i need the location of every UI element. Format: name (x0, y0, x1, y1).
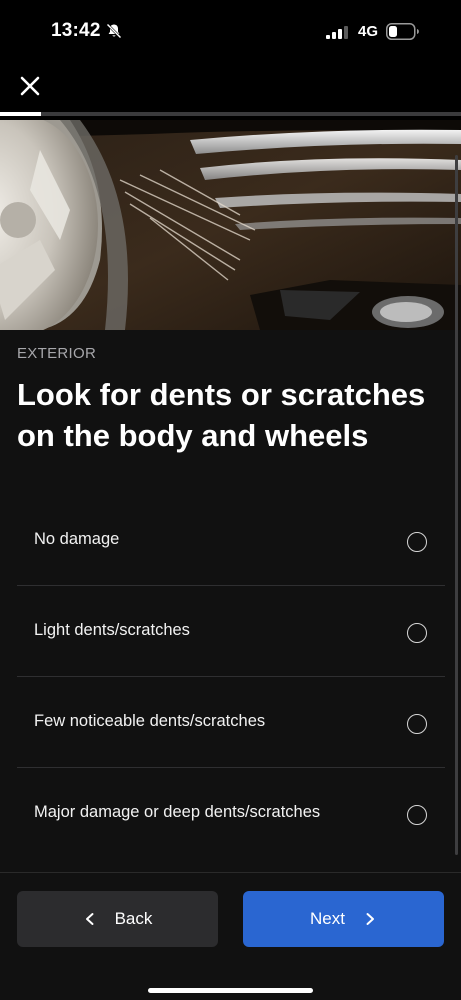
option-label: Major damage or deep dents/scratches (34, 803, 321, 821)
radio-button[interactable] (407, 805, 427, 825)
progress-bar-fill (0, 112, 42, 116)
home-indicator[interactable] (148, 988, 313, 993)
network-type: 4G (358, 23, 379, 40)
back-button-label: Back (114, 909, 153, 928)
bell-slash-icon (106, 23, 122, 39)
radio-button[interactable] (407, 714, 427, 734)
option-few-noticeable-dents[interactable]: Few noticeable dents/scratches (17, 677, 445, 768)
signal-icon (326, 26, 348, 39)
close-icon[interactable] (18, 74, 42, 98)
battery-icon (386, 23, 419, 40)
hero-image (0, 120, 461, 330)
inspection-panel: EXTERIOR Look for dents or scratches on … (0, 330, 461, 872)
radio-button[interactable] (407, 623, 427, 643)
option-no-damage[interactable]: No damage (17, 495, 445, 586)
radio-button[interactable] (407, 532, 427, 552)
chevron-left-icon (85, 913, 94, 925)
damage-options-list: No damage Light dents/scratches Few noti… (17, 495, 445, 859)
next-button-label: Next (310, 909, 345, 928)
status-bar: 13:42 4G (0, 0, 461, 62)
back-button[interactable]: Back (17, 891, 218, 947)
option-label: No damage (34, 530, 120, 548)
next-button[interactable]: Next (243, 891, 444, 947)
option-label: Light dents/scratches (34, 621, 190, 639)
chevron-right-icon (366, 913, 374, 925)
progress-bar (0, 112, 461, 116)
footer-nav: Back Next (0, 872, 461, 1000)
option-major-damage[interactable]: Major damage or deep dents/scratches (17, 768, 445, 859)
category-label: EXTERIOR (17, 345, 97, 362)
status-time: 13:42 (51, 20, 101, 41)
car-body-scratches-photo (0, 120, 461, 330)
option-label: Few noticeable dents/scratches (34, 712, 266, 730)
scrollbar[interactable] (455, 155, 458, 855)
option-light-dents[interactable]: Light dents/scratches (17, 586, 445, 677)
question-heading: Look for dents or scratches on the body … (17, 377, 426, 453)
